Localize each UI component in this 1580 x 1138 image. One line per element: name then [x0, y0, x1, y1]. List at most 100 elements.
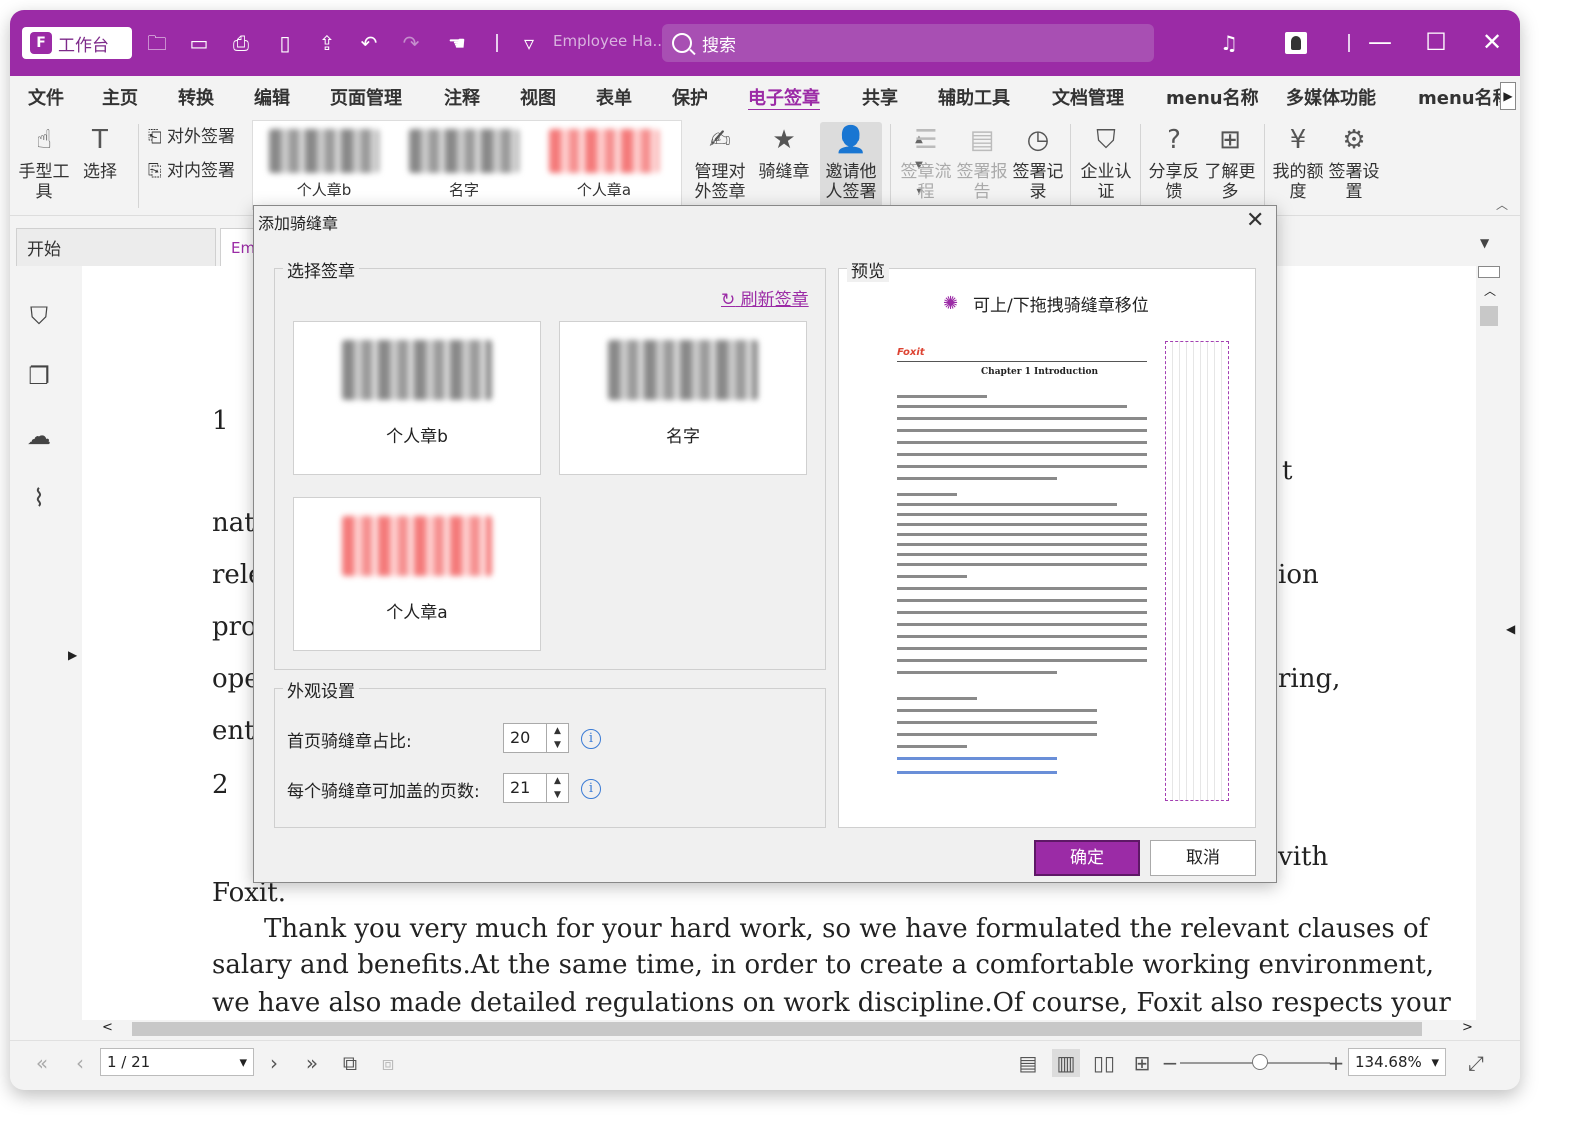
menu-name-2[interactable]: menu名称	[1418, 84, 1511, 110]
stamp-card-b[interactable]: 个人章b	[293, 321, 541, 475]
save-icon[interactable]: ▭	[184, 28, 214, 58]
straddle-seal-preview-handle[interactable]	[1165, 341, 1229, 801]
gallery-stamp-a[interactable]: 个人章a	[549, 129, 659, 200]
expand-panel-icon[interactable]: ▶	[68, 648, 77, 662]
invite-sign-button[interactable]: 👤 邀请他人签署	[820, 122, 882, 214]
stamp-card-a[interactable]: 个人章a	[293, 497, 541, 651]
new-doc-icon[interactable]: ▯	[270, 28, 300, 58]
avatar[interactable]	[1285, 32, 1307, 54]
gallery-stamp-b[interactable]: 个人章b	[269, 129, 379, 200]
menu-multimedia[interactable]: 多媒体功能	[1286, 84, 1376, 110]
two-page-continuous-icon[interactable]: ⊞	[1128, 1049, 1156, 1077]
export-icon[interactable]: ⇪	[312, 28, 342, 58]
split-view-icon[interactable]	[1478, 266, 1500, 278]
scroll-left-icon[interactable]: <	[102, 1020, 113, 1035]
menu-convert[interactable]: 转换	[178, 84, 214, 110]
fullscreen-icon[interactable]: ⤢	[1462, 1049, 1490, 1077]
print-icon[interactable]: ⎙	[226, 28, 256, 58]
hand-tool-button[interactable]: ☝ 手型工具	[16, 122, 72, 202]
bell-icon[interactable]: ♫	[1214, 28, 1244, 58]
scroll-thumb[interactable]	[1480, 306, 1498, 326]
info-icon[interactable]: i	[581, 729, 601, 749]
zoom-in-icon[interactable]: +	[1322, 1049, 1350, 1077]
scroll-right-icon[interactable]: >	[1462, 1020, 1473, 1035]
single-page-icon[interactable]: ▤	[1014, 1049, 1042, 1077]
next-page-icon[interactable]: ›	[260, 1049, 288, 1077]
menu-form[interactable]: 表单	[596, 84, 632, 110]
menu-doc-manage[interactable]: 文档管理	[1052, 84, 1124, 110]
menu-page-manage[interactable]: 页面管理	[330, 84, 402, 110]
scroll-thumb[interactable]	[132, 1022, 1422, 1036]
menu-accessibility[interactable]: 辅助工具	[938, 84, 1010, 110]
straddle-seal-button[interactable]: ★ 骑缝章	[756, 122, 812, 182]
menu-comment[interactable]: 注释	[444, 84, 480, 110]
learn-more-button[interactable]: ⊞ 了解更多	[1202, 122, 1258, 202]
page-number-input[interactable]: 1 / 21 ▾	[100, 1048, 254, 1076]
refresh-stamps-link[interactable]: ↻ 刷新签章	[721, 285, 809, 310]
menu-edit[interactable]: 编辑	[254, 84, 290, 110]
workbench-button[interactable]: F 工作台	[22, 27, 132, 59]
comment-icon[interactable]: ☁	[26, 422, 52, 452]
attachment-icon[interactable]: ⌇	[26, 484, 52, 514]
pages-per-seal-stepper[interactable]: 21 ▲ ▼	[503, 773, 569, 803]
cancel-button[interactable]: 取消	[1150, 840, 1256, 876]
external-sign-button[interactable]: ⎗ 对外签署	[148, 122, 235, 147]
menu-file[interactable]: 文件	[28, 84, 64, 110]
close-icon[interactable]: ✕	[1246, 208, 1264, 233]
menu-scroll-right-icon[interactable]: ▶	[1500, 82, 1516, 110]
collapse-right-panel-icon[interactable]: ◀	[1506, 622, 1515, 636]
continuous-page-icon[interactable]: ▥	[1052, 1049, 1080, 1077]
chevron-down-icon[interactable]: ▾	[239, 1053, 247, 1071]
hand-dropdown-icon[interactable]: ☚	[442, 28, 472, 58]
redo-icon[interactable]: ↷	[396, 28, 426, 58]
share-feedback-button[interactable]: ? 分享反馈	[1146, 122, 1202, 202]
undo-icon[interactable]: ↶	[354, 28, 384, 58]
menu-home[interactable]: 主页	[102, 84, 138, 110]
maximize-button[interactable]: ☐	[1418, 24, 1454, 60]
rotate-view-icon[interactable]: ⧉	[336, 1049, 364, 1077]
menu-name-1[interactable]: menu名称	[1166, 84, 1259, 110]
stepper-arrows-icon[interactable]: ▲ ▼	[546, 774, 568, 802]
search-input[interactable]: 搜索	[662, 24, 1154, 62]
select-button[interactable]: T 选择	[72, 122, 128, 182]
tab-list-dropdown-icon[interactable]: ▼	[1480, 236, 1489, 250]
two-page-icon[interactable]: ▯▯	[1090, 1049, 1118, 1077]
sign-report-button[interactable]: ▤ 签署报告	[954, 122, 1010, 202]
divider	[1264, 124, 1265, 208]
ok-button[interactable]: 确定	[1034, 840, 1140, 876]
stamp-card-name[interactable]: 名字	[559, 321, 807, 475]
horizontal-scrollbar[interactable]: < >	[82, 1020, 1488, 1038]
menu-e-signature[interactable]: 电子签章	[748, 84, 820, 110]
prev-page-icon[interactable]: ‹	[66, 1049, 94, 1077]
zoom-slider-handle[interactable]	[1252, 1054, 1268, 1070]
menu-view[interactable]: 视图	[520, 84, 556, 110]
customize-dropdown-icon[interactable]: ▿	[514, 28, 544, 58]
scroll-up-icon[interactable]: ︿	[1484, 282, 1496, 299]
tab-start[interactable]: 开始	[16, 228, 216, 266]
sign-settings-button[interactable]: ⚙ 签署设置	[1326, 122, 1382, 202]
close-button[interactable]: ✕	[1474, 24, 1510, 60]
my-quota-button[interactable]: ¥ 我的额度	[1270, 122, 1326, 202]
minimize-button[interactable]: —	[1362, 24, 1398, 60]
gallery-stamp-name[interactable]: 名字	[409, 129, 519, 200]
open-folder-icon[interactable]: 🗀	[142, 28, 172, 58]
first-page-icon[interactable]: «	[28, 1049, 56, 1077]
manage-external-button[interactable]: ✍ 管理对外签章	[690, 122, 750, 202]
bookmark-icon[interactable]: ⛉	[26, 302, 52, 332]
info-icon[interactable]: i	[581, 779, 601, 799]
sign-flow-button[interactable]: ☰ 签章流程	[898, 122, 954, 202]
chevron-down-icon[interactable]: ▾	[1431, 1053, 1439, 1071]
sign-record-button[interactable]: ◷ 签署记录	[1010, 122, 1066, 202]
first-page-ratio-stepper[interactable]: 20 ▲ ▼	[503, 723, 569, 753]
last-page-icon[interactable]: »	[298, 1049, 326, 1077]
extract-page-icon[interactable]: ⧈	[374, 1049, 402, 1077]
pages-icon[interactable]: ❐	[26, 362, 52, 392]
menu-share[interactable]: 共享	[862, 84, 898, 110]
vertical-scrollbar[interactable]: ︿	[1476, 266, 1504, 1036]
zoom-input[interactable]: 134.68% ▾	[1348, 1048, 1446, 1076]
enterprise-cert-button[interactable]: ⛉ 企业认证	[1078, 122, 1134, 202]
menu-protect[interactable]: 保护	[672, 84, 708, 110]
internal-sign-button[interactable]: ⎘ 对内签署	[148, 156, 235, 181]
collapse-ribbon-icon[interactable]: ︿	[1496, 196, 1508, 213]
stepper-arrows-icon[interactable]: ▲ ▼	[546, 724, 568, 752]
